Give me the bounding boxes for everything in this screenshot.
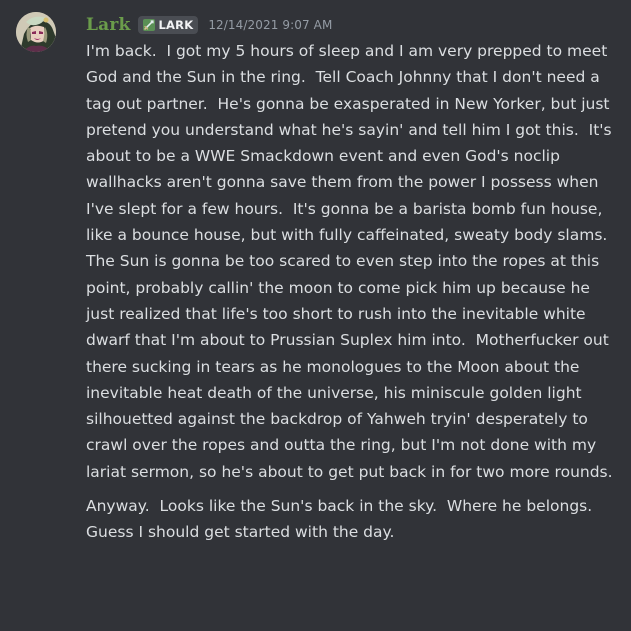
message-paragraph: I'm back. I got my 5 hours of sleep and … bbox=[86, 42, 618, 481]
avatar-image bbox=[16, 12, 56, 52]
role-tag[interactable]: LARK bbox=[137, 16, 199, 34]
message-content: I'm back. I got my 5 hours of sleep and … bbox=[86, 38, 622, 546]
message-timestamp[interactable]: 12/14/2021 9:07 AM bbox=[208, 18, 332, 32]
message-header: Lark LARK 12/14/2021 9:07 AM bbox=[86, 13, 332, 37]
sword-icon bbox=[142, 18, 156, 32]
role-tag-label: LARK bbox=[158, 18, 194, 32]
message-paragraph: Anyway. Looks like the Sun's back in the… bbox=[86, 497, 603, 542]
chat-message: Lark LARK 12/14/2021 9:07 AM I'm back. I… bbox=[0, 0, 631, 631]
author-name[interactable]: Lark bbox=[86, 15, 131, 35]
avatar[interactable] bbox=[16, 12, 56, 52]
